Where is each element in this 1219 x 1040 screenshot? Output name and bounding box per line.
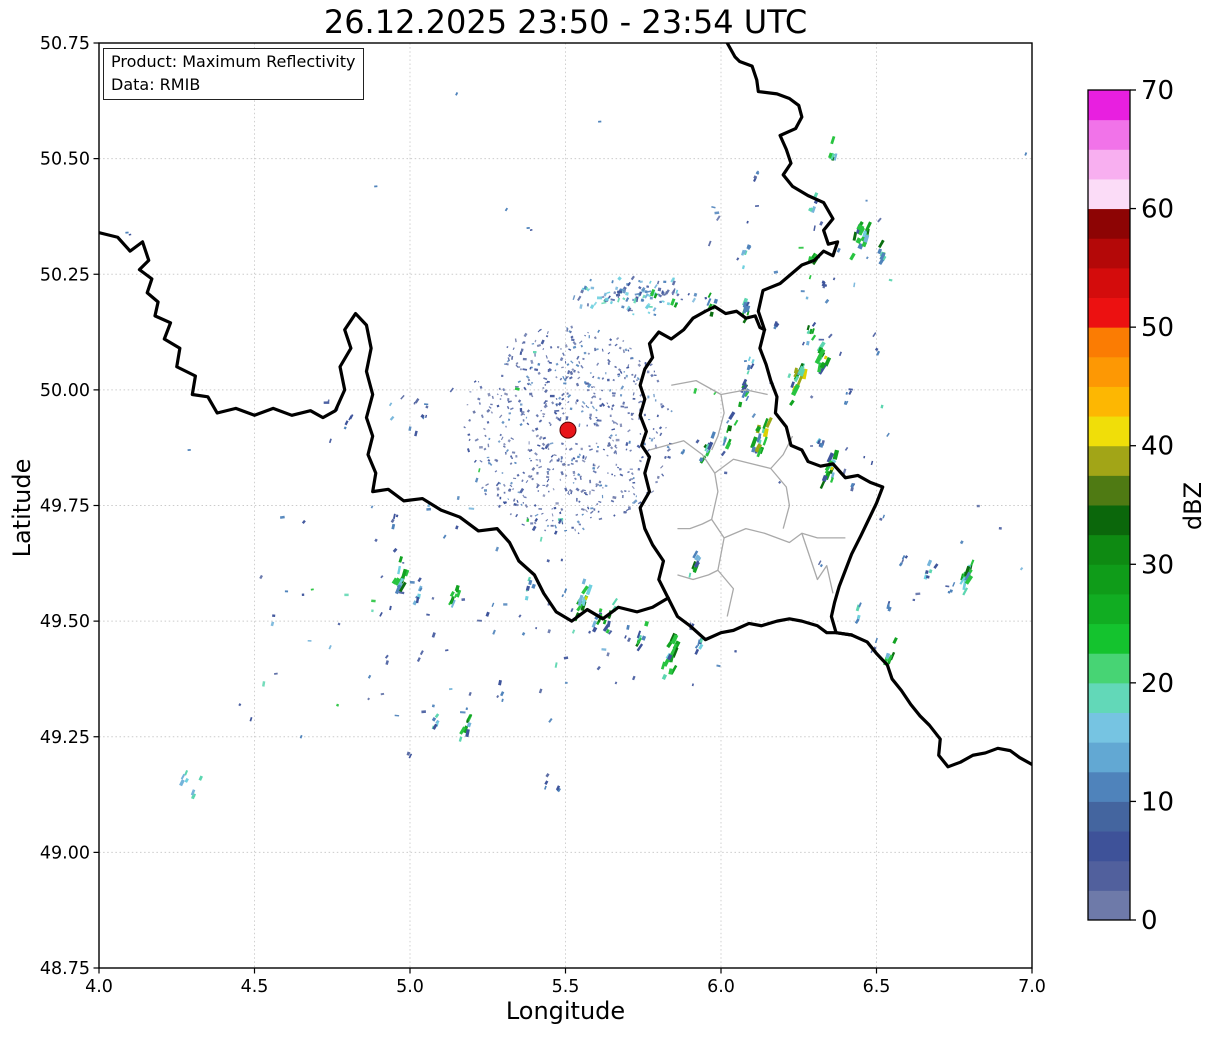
colorbar-tick-label: 60: [1141, 195, 1174, 225]
colorbar-tick-label: 70: [1141, 76, 1174, 106]
radar-echoes: [125, 92, 1027, 799]
y-tick-label: 48.75: [40, 959, 90, 979]
x-tick-label: 7.0: [1018, 977, 1046, 997]
y-tick-label: 50.00: [40, 381, 90, 401]
x-tick-label: 6.0: [707, 977, 735, 997]
x-axis-label: Longitude: [99, 997, 1032, 1025]
colorbar-tick-label: 0: [1141, 906, 1158, 936]
y-axis-label: Latitude: [8, 443, 36, 573]
y-tick-label: 50.25: [40, 265, 90, 285]
annotation-source-line: Data: RMIB: [111, 74, 355, 97]
product-annotation-box: Product: Maximum Reflectivity Data: RMIB: [103, 48, 364, 100]
colorbar-tick-label: 10: [1141, 787, 1174, 817]
map-chart-canvas: 4.0 4.5 5.0 5.5 6.0 6.5 7.0 48.75 49.00 49.25 49.5…: [0, 0, 1219, 1040]
annotation-product-line: Product: Maximum Reflectivity: [111, 51, 355, 74]
x-tick-label: 5.0: [396, 977, 424, 997]
grid-lines: [99, 43, 1032, 968]
y-tick-label: 49.00: [40, 843, 90, 863]
colorbar-tick-label: 30: [1141, 550, 1174, 580]
x-tick-label: 4.0: [85, 977, 113, 997]
y-tick-label: 50.75: [40, 34, 90, 54]
x-tick-label: 5.5: [552, 977, 580, 997]
colorbar-tick-label: 20: [1141, 669, 1174, 699]
y-tick-label: 49.75: [40, 497, 90, 517]
y-tick-label: 49.50: [40, 612, 90, 632]
colorbar-tick-label: 40: [1141, 432, 1174, 462]
radar-site-marker: [560, 422, 576, 438]
y-tick-label: 50.50: [40, 150, 90, 170]
region-borders: [649, 381, 845, 617]
figure-title: 26.12.2025 23:50 - 23:54 UTC: [99, 3, 1032, 41]
colorbar-tick-label: 50: [1141, 313, 1174, 343]
y-tick-label: 49.25: [40, 728, 90, 748]
x-tick-label: 4.5: [241, 977, 269, 997]
colorbar-label: dBZ: [1179, 446, 1207, 566]
radar-reflectivity-figure: 4.0 4.5 5.0 5.5 6.0 6.5 7.0 48.75 49.00 49.25 49.5…: [0, 0, 1219, 1040]
x-tick-label: 6.5: [863, 977, 891, 997]
colorbar: 0 10 20 30 40 50 60 70: [1088, 76, 1174, 936]
